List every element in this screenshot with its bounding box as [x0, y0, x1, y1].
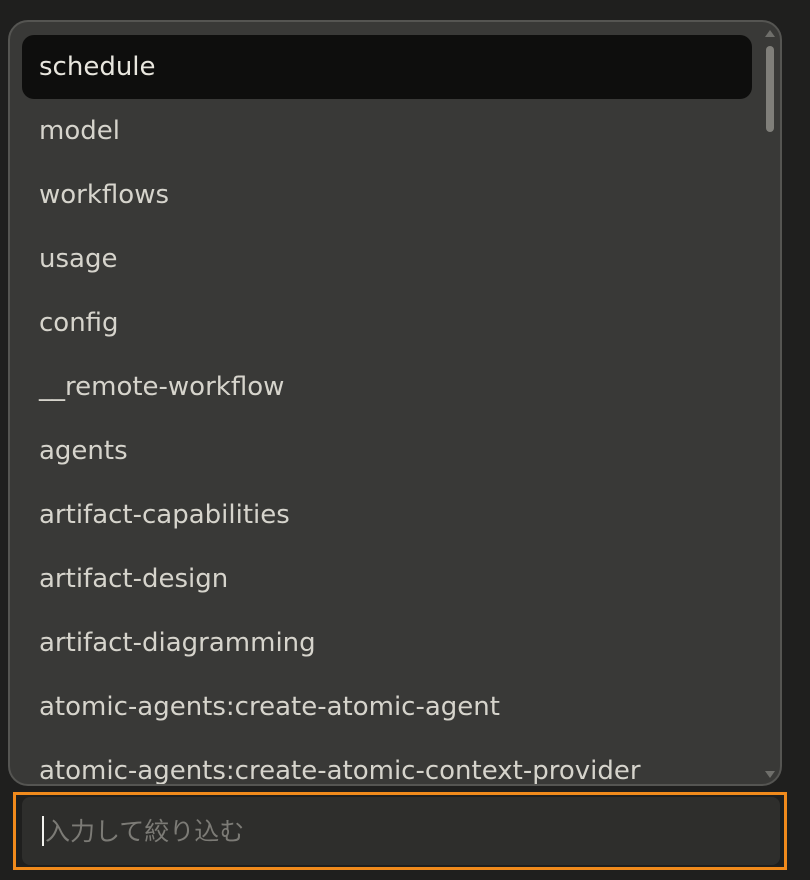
scroll-up-arrow-icon[interactable] — [765, 30, 775, 37]
command-item-label: artifact-diagramming — [39, 628, 316, 658]
command-item-artifact-design[interactable]: artifact-design — [22, 547, 752, 611]
command-item-artifact-diagramming[interactable]: artifact-diagramming — [22, 611, 752, 675]
command-item-label: artifact-capabilities — [39, 500, 290, 530]
filter-input-container[interactable] — [22, 797, 780, 865]
command-item-model[interactable]: model — [22, 99, 752, 163]
command-item-label: __remote-workflow — [39, 372, 285, 402]
command-item-config[interactable]: config — [22, 291, 752, 355]
command-list: schedule model workflows usage config __… — [22, 35, 752, 786]
command-item-label: usage — [39, 244, 118, 274]
command-item-label: agents — [39, 436, 128, 466]
filter-input-highlight — [13, 792, 787, 870]
command-item-create-atomic-context-provider[interactable]: atomic-agents:create-atomic-context-prov… — [22, 739, 752, 786]
command-item-agents[interactable]: agents — [22, 419, 752, 483]
filter-input[interactable] — [44, 816, 780, 846]
command-item-label: config — [39, 308, 119, 338]
command-item-label: model — [39, 116, 120, 146]
command-item-label: atomic-agents:create-atomic-context-prov… — [39, 756, 641, 786]
command-item-artifact-capabilities[interactable]: artifact-capabilities — [22, 483, 752, 547]
text-caret — [42, 816, 44, 846]
command-item-label: schedule — [39, 52, 156, 82]
app-window: schedule model workflows usage config __… — [0, 0, 810, 880]
scroll-down-arrow-icon[interactable] — [765, 771, 775, 778]
command-item-label: artifact-design — [39, 564, 229, 594]
scrollbar-thumb[interactable] — [766, 46, 774, 132]
command-menu-popup: schedule model workflows usage config __… — [8, 20, 782, 786]
command-item-remote-workflow[interactable]: __remote-workflow — [22, 355, 752, 419]
scrollbar[interactable] — [763, 28, 777, 780]
command-item-create-atomic-agent[interactable]: atomic-agents:create-atomic-agent — [22, 675, 752, 739]
command-item-label: atomic-agents:create-atomic-agent — [39, 692, 500, 722]
command-item-usage[interactable]: usage — [22, 227, 752, 291]
command-item-label: workflows — [39, 180, 170, 210]
command-item-schedule[interactable]: schedule — [22, 35, 752, 99]
command-item-workflows[interactable]: workflows — [22, 163, 752, 227]
